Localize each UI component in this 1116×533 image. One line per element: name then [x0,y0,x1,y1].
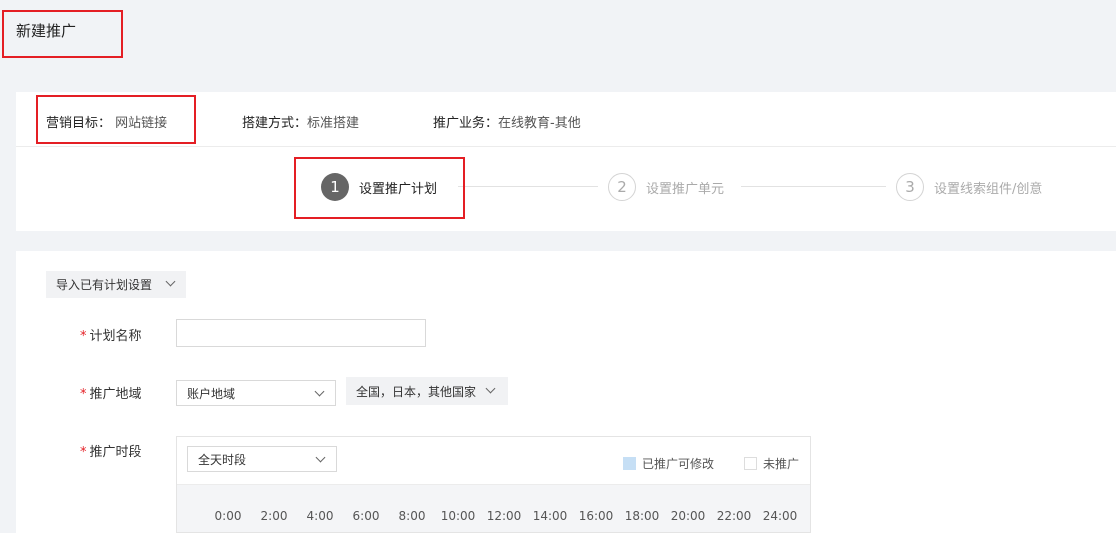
promotion-business: 推广业务：在线教育-其他 [433,112,581,131]
schedule-label-text: 推广时段 [89,445,142,460]
hour-label: 22:00 [716,509,752,523]
required-mark: * [80,329,87,344]
build-method-label: 搭建方式： [242,116,308,131]
hour-label: 16:00 [578,509,614,523]
legend-promoted: 已推广可修改 [623,455,714,472]
hour-label: 6:00 [352,509,380,523]
hour-label: 0:00 [214,509,242,523]
region-label-text: 推广地域 [89,387,142,402]
region-picker[interactable]: 全国，日本，其他国家 [346,377,508,405]
step-progress: 1 设置推广计划 2 设置推广单元 3 设置线索组件/创意 [16,147,1116,231]
hour-label: 12:00 [486,509,522,523]
step-connector-1 [458,186,598,187]
plan-name-label-text: 计划名称 [89,329,142,344]
step-2-label: 设置推广单元 [646,181,725,197]
region-label: * 推广地域 [80,383,142,402]
promotion-business-value: 在线教育-其他 [498,116,581,131]
legend-promoted-swatch [623,457,636,470]
step-3[interactable]: 3 设置线索组件/创意 [896,173,1042,201]
hour-label: 14:00 [532,509,568,523]
schedule-period-value: 全天时段 [198,452,247,467]
legend-promoted-label: 已推广可修改 [642,457,715,471]
plan-name-label: * 计划名称 [80,325,142,344]
step-1-number: 1 [321,173,349,201]
step-1[interactable]: 1 设置推广计划 [321,173,437,201]
schedule-period-select[interactable]: 全天时段 [187,446,337,472]
step-connector-2 [741,186,886,187]
hour-label: 20:00 [670,509,706,523]
promotion-business-label: 推广业务： [433,116,499,131]
import-settings-label: 导入已有计划设置 [56,278,153,292]
hour-label: 8:00 [398,509,426,523]
marketing-goal-label: 营销目标： [46,116,112,131]
step-3-label: 设置线索组件/创意 [934,181,1043,197]
region-type-value: 账户地域 [187,386,236,401]
chevron-down-icon [314,386,325,397]
schedule-panel: 全天时段 已推广可修改 未推广 0:00 2:00 4:00 6:00 8:00… [176,436,811,533]
hour-label: 10:00 [440,509,476,523]
legend-not-promoted: 未推广 [744,455,799,472]
summary-row: 营销目标： 网站链接 搭建方式：标准搭建 推广业务：在线教育-其他 [16,92,1116,147]
required-mark: * [80,387,87,402]
region-picker-value: 全国，日本，其他国家 [356,384,477,399]
legend-not-promoted-label: 未推广 [763,457,800,471]
plan-form: 导入已有计划设置 * 计划名称 * 推广地域 账户地域 全国，日本，其他国家 * 推广… [16,251,1116,533]
hour-axis: 0:00 2:00 4:00 6:00 8:00 10:00 12:00 14:… [177,484,810,532]
plan-summary-card: 营销目标： 网站链接 搭建方式：标准搭建 推广业务：在线教育-其他 1 设置推广… [16,92,1116,231]
import-settings-button[interactable]: 导入已有计划设置 [46,271,186,298]
plan-name-input[interactable] [176,319,426,347]
legend-not-promoted-swatch [744,457,757,470]
hour-label: 24:00 [762,509,798,523]
chevron-down-icon [315,452,326,463]
build-method-value: 标准搭建 [307,116,360,131]
step-1-label: 设置推广计划 [359,181,438,197]
step-3-number: 3 [896,173,924,201]
build-method: 搭建方式：标准搭建 [242,112,359,131]
step-2[interactable]: 2 设置推广单元 [608,173,724,201]
chevron-down-icon [165,276,176,287]
hour-label: 4:00 [306,509,334,523]
region-type-select[interactable]: 账户地域 [176,380,336,406]
chevron-down-icon [485,383,496,394]
step-2-number: 2 [608,173,636,201]
schedule-label: * 推广时段 [80,441,142,460]
required-mark: * [80,445,87,460]
hour-label: 2:00 [260,509,288,523]
marketing-goal: 营销目标： 网站链接 [46,112,167,131]
hour-label: 18:00 [624,509,660,523]
marketing-goal-value: 网站链接 [115,116,168,131]
page-title: 新建推广 [16,22,77,40]
